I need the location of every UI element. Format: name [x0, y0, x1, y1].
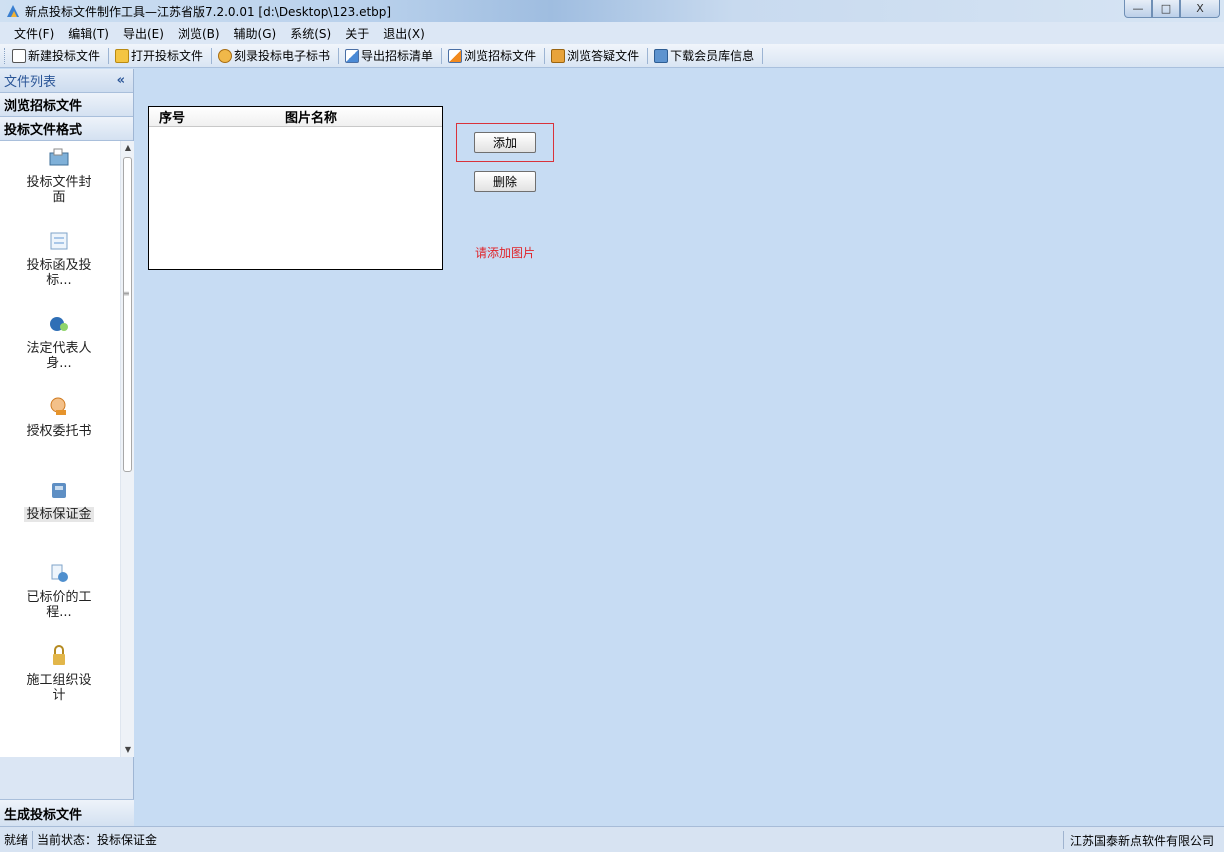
status-company: 江苏国泰新点软件有限公司	[1062, 831, 1214, 849]
list-item-legal-rep[interactable]: 法定代表人身...	[0, 307, 118, 390]
burn-bid-disc-label: 刻录投标电子标书	[234, 49, 331, 63]
collapse-pane-icon[interactable]: «	[117, 73, 125, 88]
menu-export[interactable]: 导出(E)	[123, 25, 164, 42]
new-document-icon	[12, 48, 26, 63]
minimize-button[interactable]: —	[1124, 0, 1152, 18]
export-tender-list-label: 导出招标清单	[361, 49, 434, 63]
open-bid-file-button[interactable]: 打开投标文件	[113, 47, 207, 64]
download-member-info-label: 下载会员库信息	[670, 49, 755, 63]
window-title: 新点投标文件制作工具—江苏省版7.2.0.01 [d:\Desktop\123.…	[25, 4, 392, 19]
menu-edit[interactable]: 编辑(T)	[68, 25, 109, 42]
view-tender-file-button[interactable]: 浏览招标文件	[446, 47, 540, 64]
add-image-button[interactable]: 添加	[474, 132, 536, 153]
bid-format-list: 投标文件封面 投标函及投标... 法定代表人身... 授权委托书 投标保证金 已…	[0, 141, 134, 757]
list-item-priced-project[interactable]: 已标价的工程...	[0, 556, 118, 639]
section-bid-format[interactable]: 投标文件格式	[0, 117, 133, 141]
priced-project-icon	[51, 564, 68, 582]
file-list-title: 文件列表	[4, 75, 57, 90]
view-tender-file-label: 浏览招标文件	[464, 49, 537, 63]
scroll-down-icon[interactable]: ▼	[121, 743, 134, 757]
new-bid-file-label: 新建投标文件	[28, 49, 101, 63]
app-icon	[7, 5, 19, 17]
view-qa-icon	[551, 48, 566, 63]
export-tender-list-button[interactable]: 导出招标清单	[343, 47, 437, 64]
file-list-scrollbar[interactable]: ▲ ≡ ▼	[120, 141, 134, 757]
title-bar: 新点投标文件制作工具—江苏省版7.2.0.01 [d:\Desktop\123.…	[0, 0, 1224, 22]
menu-bar: 文件(F) 编辑(T) 导出(E) 浏览(B) 辅助(G) 系统(S) 关于 退…	[0, 22, 1224, 44]
toolbar: 新建投标文件 打开投标文件 刻录投标电子标书 导出招标清单 浏览招标文件 浏览答…	[0, 44, 1224, 68]
view-qa-file-label: 浏览答疑文件	[567, 49, 640, 63]
scroll-grip-icon: ≡	[123, 289, 130, 298]
burn-disc-icon	[218, 48, 233, 63]
toolbar-separator	[211, 47, 213, 64]
toolbar-separator	[762, 47, 764, 64]
maximize-button[interactable]: □	[1152, 0, 1180, 18]
file-list-pane: 文件列表 « 浏览招标文件 投标文件格式 投标文件封面 投标函及投标... 法定…	[0, 69, 134, 826]
download-member-info-button[interactable]: 下载会员库信息	[652, 47, 758, 64]
list-item-label: 投标保证金	[24, 507, 94, 522]
section-generate-bid[interactable]: 生成投标文件	[0, 799, 134, 826]
construction-design-icon	[53, 645, 65, 665]
toolbar-separator	[647, 47, 649, 64]
open-bid-file-label: 打开投标文件	[131, 49, 204, 63]
status-current: 当前状态：投标保证金	[37, 833, 158, 847]
list-item-label: 投标文件封面	[26, 175, 92, 205]
burn-bid-disc-button[interactable]: 刻录投标电子标书	[216, 47, 334, 64]
legal-rep-icon	[50, 317, 68, 331]
new-bid-file-button[interactable]: 新建投标文件	[10, 47, 104, 64]
close-button[interactable]: X	[1180, 0, 1220, 18]
image-grid[interactable]: 序号 图片名称	[148, 106, 443, 270]
list-item-cover[interactable]: 投标文件封面	[0, 141, 118, 224]
menu-file[interactable]: 文件(F)	[14, 25, 54, 42]
list-item-label: 授权委托书	[26, 424, 92, 439]
file-list-header: 文件列表 «	[0, 69, 133, 93]
download-member-icon	[654, 48, 669, 63]
bid-format-items: 投标文件封面 投标函及投标... 法定代表人身... 授权委托书 投标保证金 已…	[0, 141, 118, 722]
view-tender-icon	[448, 48, 463, 63]
view-qa-file-button[interactable]: 浏览答疑文件	[549, 47, 643, 64]
list-item-label: 法定代表人身...	[26, 341, 92, 371]
toolbar-separator	[441, 47, 443, 64]
export-list-icon	[345, 48, 360, 63]
add-image-hint: 请添加图片	[475, 246, 536, 260]
authorization-icon	[50, 397, 66, 415]
grid-header: 序号 图片名称	[149, 107, 442, 127]
main-content: 序号 图片名称 添加 删除 请添加图片	[135, 69, 1224, 826]
delete-image-button[interactable]: 删除	[474, 171, 536, 192]
deposit-icon	[52, 483, 66, 498]
status-ready: 就绪	[0, 830, 34, 849]
toolbar-separator	[338, 47, 340, 64]
list-item-label: 施工组织设计	[26, 673, 92, 703]
list-item-label: 投标函及投标...	[26, 258, 92, 288]
toolbar-separator	[108, 47, 110, 64]
scroll-thumb[interactable]	[123, 157, 132, 472]
section-browse-tender[interactable]: 浏览招标文件	[0, 93, 133, 117]
list-item-construction-design[interactable]: 施工组织设计	[0, 639, 118, 722]
status-bar: 就绪 当前状态：投标保证金 江苏国泰新点软件有限公司	[0, 826, 1224, 852]
list-item-deposit[interactable]: 投标保证金	[0, 473, 118, 556]
letter-icon	[50, 232, 68, 250]
cover-icon	[49, 148, 69, 166]
menu-system[interactable]: 系统(S)	[290, 25, 331, 42]
list-item-label: 已标价的工程...	[26, 590, 92, 620]
open-folder-icon	[115, 48, 130, 63]
menu-about[interactable]: 关于	[345, 25, 369, 42]
scroll-up-icon[interactable]: ▲	[121, 141, 134, 155]
list-item-letter[interactable]: 投标函及投标...	[0, 224, 118, 307]
toolbar-separator	[544, 47, 546, 64]
menu-exit[interactable]: 退出(X)	[383, 25, 425, 42]
list-item-authorization[interactable]: 授权委托书	[0, 390, 118, 473]
toolbar-grip[interactable]	[4, 47, 7, 64]
column-header-image-name[interactable]: 图片名称	[257, 107, 442, 126]
column-header-seq[interactable]: 序号	[149, 107, 257, 126]
menu-assist[interactable]: 辅助(G)	[234, 25, 277, 42]
menu-browse[interactable]: 浏览(B)	[178, 25, 220, 42]
